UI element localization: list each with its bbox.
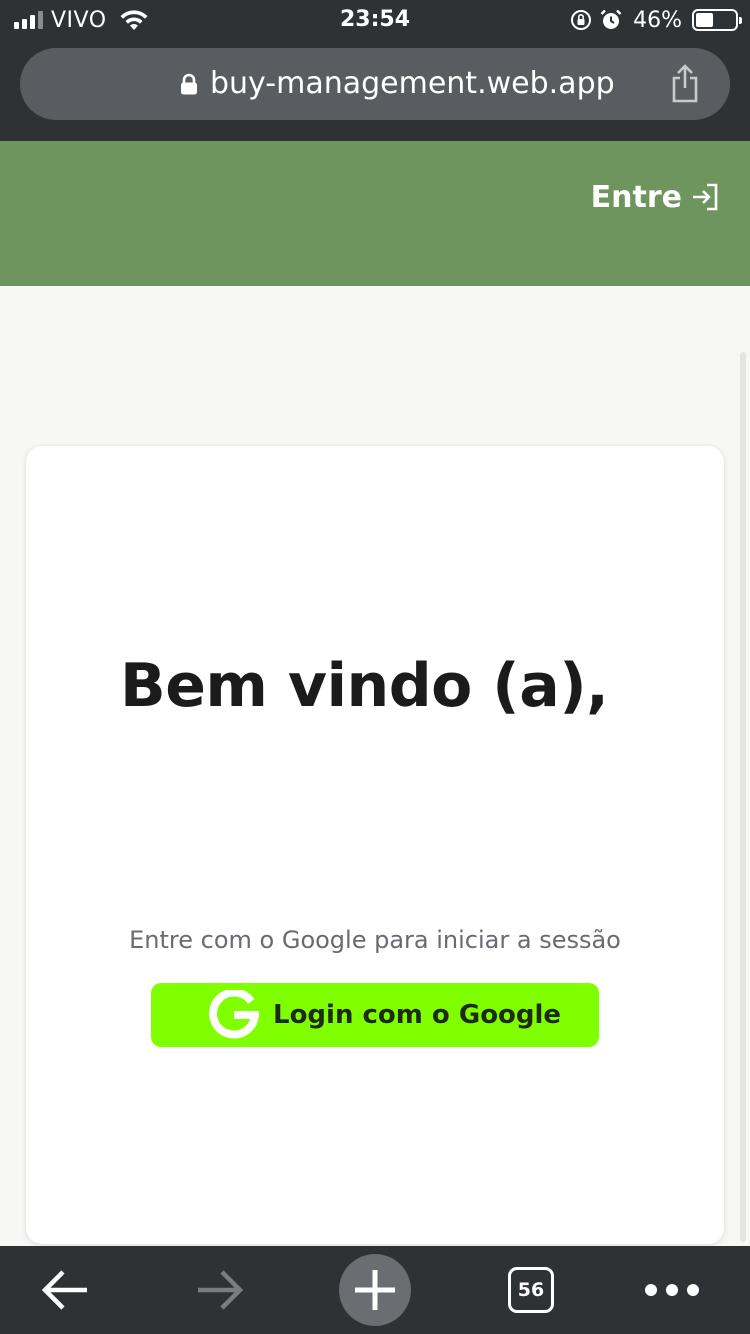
more-dots-icon: [645, 1284, 699, 1296]
tabs-icon: 56: [508, 1267, 554, 1313]
forward-button[interactable]: [185, 1246, 255, 1334]
browser-address-area: buy-management.web.app: [0, 40, 750, 141]
google-g-icon: [209, 990, 259, 1039]
forward-arrow-icon: [198, 1270, 244, 1310]
new-tab-button[interactable]: [338, 1246, 412, 1334]
tabs-button[interactable]: 56: [500, 1246, 562, 1334]
tab-count: 56: [517, 1279, 545, 1301]
battery-percent: 46%: [633, 7, 682, 33]
google-login-button[interactable]: Login com o Google: [151, 983, 599, 1047]
header-login-label: Entre: [590, 179, 682, 215]
battery-icon: [692, 9, 742, 31]
status-bar: VIVO 23:54 46%: [0, 0, 750, 40]
welcome-heading: Bem vindo (a),: [120, 651, 609, 721]
back-arrow-icon: [41, 1270, 87, 1310]
url-text[interactable]: buy-management.web.app: [210, 48, 615, 120]
login-hint-text: Entre com o Google para iniciar a sessão: [129, 926, 621, 954]
sign-in-icon: [693, 183, 718, 211]
welcome-card: Bem vindo (a), Entre com o Google para i…: [26, 446, 724, 1244]
plus-icon: [355, 1270, 395, 1310]
more-menu-button[interactable]: [636, 1246, 708, 1334]
google-login-label: Login com o Google: [273, 1000, 562, 1030]
share-icon[interactable]: [668, 64, 702, 104]
address-bar[interactable]: buy-management.web.app: [20, 48, 730, 120]
alarm-icon: [600, 9, 622, 29]
orientation-lock-icon: [571, 10, 592, 30]
browser-toolbar: 56: [0, 1246, 750, 1334]
app-header: Entre: [0, 141, 750, 286]
back-button[interactable]: [30, 1246, 100, 1334]
lock-icon: [181, 73, 197, 95]
header-login-button[interactable]: Entre: [591, 177, 720, 217]
scrollbar[interactable]: [740, 352, 746, 1242]
